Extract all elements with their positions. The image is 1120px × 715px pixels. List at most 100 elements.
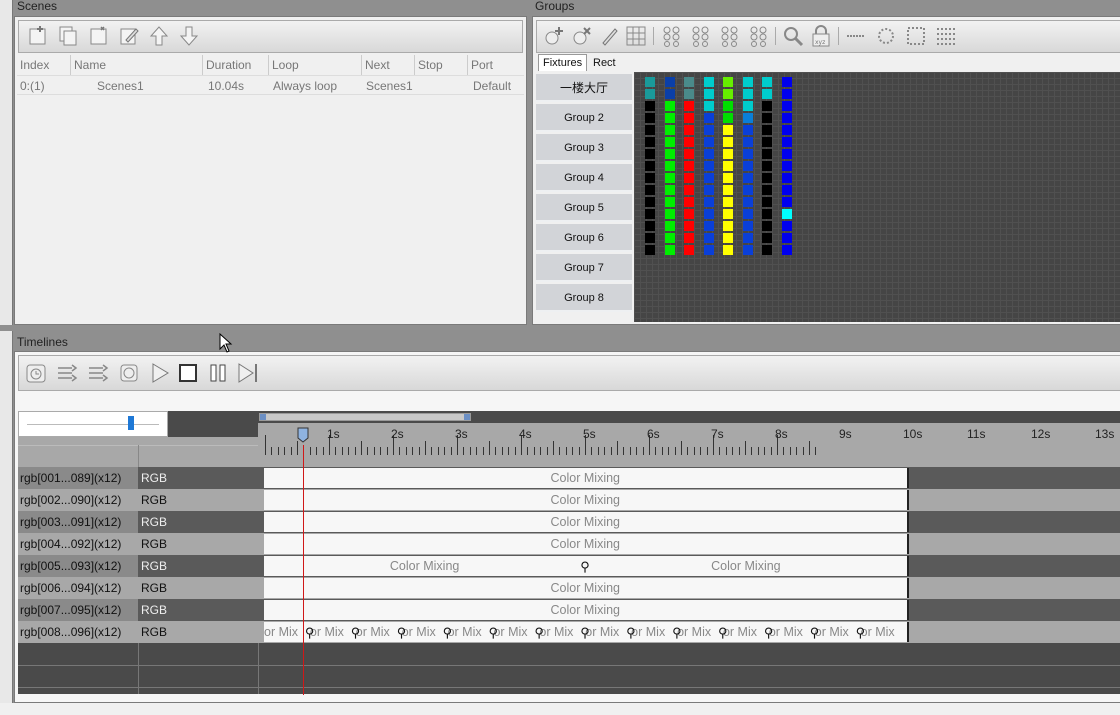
- effect-clip[interactable]: or Mix: [723, 622, 769, 642]
- layout-cols-button[interactable]: [748, 25, 770, 47]
- fixture-cell[interactable]: [723, 77, 733, 87]
- effect-clip[interactable]: or Mix: [493, 622, 539, 642]
- fixture-cell[interactable]: [742, 101, 753, 111]
- fixture-cell[interactable]: [723, 161, 733, 171]
- fixture-cell[interactable]: [664, 221, 675, 231]
- effect-clip[interactable]: Color Mixing: [264, 468, 907, 488]
- fixture-cell[interactable]: [684, 185, 694, 195]
- fixture-cell[interactable]: [684, 101, 694, 111]
- fixture-cell[interactable]: [645, 137, 655, 147]
- fixture-cell[interactable]: [703, 161, 714, 171]
- copy-scene-button[interactable]: [57, 25, 79, 47]
- fixture-cell[interactable]: [723, 149, 733, 159]
- column-header-name[interactable]: Name: [71, 55, 203, 75]
- fixture-cell[interactable]: [684, 209, 694, 219]
- fixture-cell[interactable]: [762, 221, 772, 231]
- fixture-cell[interactable]: [762, 197, 772, 207]
- effect-clip[interactable]: or Mix: [815, 622, 861, 642]
- keyframe-link-icon[interactable]: ⚲: [397, 626, 407, 640]
- fixture-cell[interactable]: [703, 149, 714, 159]
- keyframe-link-icon[interactable]: ⚲: [305, 626, 315, 640]
- track-label[interactable]: rgb[003...091](x12): [18, 511, 138, 533]
- track-lane[interactable]: Color Mixing: [264, 534, 909, 554]
- fixture-cell[interactable]: [723, 137, 733, 147]
- effect-clip[interactable]: or Mix: [769, 622, 815, 642]
- fixture-cell[interactable]: [703, 101, 714, 111]
- fixture-cell[interactable]: [645, 101, 655, 111]
- remove-track-button[interactable]: [87, 362, 109, 384]
- fixture-cell[interactable]: [684, 137, 694, 147]
- column-header-duration[interactable]: Duration: [203, 55, 269, 75]
- fixture-cell[interactable]: [664, 125, 675, 135]
- stop-button[interactable]: [177, 362, 199, 384]
- fixture-cell[interactable]: [781, 149, 792, 159]
- lock-xy-button[interactable]: xyz: [810, 25, 832, 47]
- fixture-cell[interactable]: [703, 113, 714, 123]
- fixture-cell[interactable]: [781, 89, 792, 99]
- keyframe-link-icon[interactable]: ⚲: [626, 626, 636, 640]
- fixture-cell[interactable]: [742, 245, 753, 255]
- add-track-button[interactable]: [56, 362, 78, 384]
- fixture-cell[interactable]: [723, 125, 733, 135]
- effect-clip[interactable]: or Mix: [861, 622, 907, 642]
- fixture-cell[interactable]: [742, 197, 753, 207]
- fixture-cell[interactable]: [664, 161, 675, 171]
- fixture-cell[interactable]: [645, 221, 655, 231]
- range-right-grip[interactable]: [464, 414, 470, 420]
- fixture-cell[interactable]: [703, 245, 714, 255]
- layout-snake-button[interactable]: [690, 25, 712, 47]
- fixture-cell[interactable]: [645, 149, 655, 159]
- pause-button[interactable]: [207, 362, 229, 384]
- layout-rows-button[interactable]: [719, 25, 741, 47]
- fixture-cell[interactable]: [762, 149, 772, 159]
- column-header-index[interactable]: Index: [17, 55, 71, 75]
- fixture-cell[interactable]: [742, 173, 753, 183]
- fixture-cell[interactable]: [664, 173, 675, 183]
- effect-clip[interactable]: Color Mixing: [585, 556, 906, 576]
- fixture-cell[interactable]: [762, 185, 772, 195]
- fixture-cell[interactable]: [762, 137, 772, 147]
- fixture-cell[interactable]: [781, 125, 792, 135]
- group-item[interactable]: Group 8: [536, 284, 632, 312]
- fixture-cell[interactable]: [664, 149, 675, 159]
- fixture-cell[interactable]: [645, 233, 655, 243]
- fixture-cell[interactable]: [723, 221, 733, 231]
- play-button[interactable]: [149, 362, 171, 384]
- keyframe-link-icon[interactable]: ⚲: [718, 626, 728, 640]
- fixture-cell[interactable]: [742, 209, 753, 219]
- track-label[interactable]: rgb[007...095](x12): [18, 599, 138, 621]
- fixture-cell[interactable]: [645, 245, 655, 255]
- fixture-cell[interactable]: [645, 197, 655, 207]
- track-lane[interactable]: Color Mixing Color Mixing ⚲: [264, 556, 909, 576]
- fixture-cell[interactable]: [762, 89, 772, 99]
- fixture-cell[interactable]: [762, 209, 772, 219]
- next-button[interactable]: [237, 362, 259, 384]
- fixture-cell[interactable]: [723, 233, 733, 243]
- fixture-cell[interactable]: [781, 221, 792, 231]
- track-label[interactable]: rgb[008...096](x12): [18, 621, 138, 643]
- fixture-cell[interactable]: [742, 233, 753, 243]
- fixture-cell[interactable]: [742, 161, 753, 171]
- fixture-cell[interactable]: [723, 173, 733, 183]
- track-lane[interactable]: Color Mixing: [264, 512, 909, 532]
- fixture-cell[interactable]: [742, 137, 753, 147]
- group-item[interactable]: Group 4: [536, 164, 632, 192]
- track-label[interactable]: rgb[002...090](x12): [18, 489, 138, 511]
- timeline-settings-button[interactable]: [25, 362, 47, 384]
- fixture-cell[interactable]: [703, 137, 714, 147]
- track-lane[interactable]: Color Mixing: [264, 600, 909, 620]
- fixture-cell[interactable]: [664, 245, 675, 255]
- fixture-cell[interactable]: [781, 113, 792, 123]
- group-item[interactable]: Group 5: [536, 194, 632, 222]
- fixture-cell[interactable]: [664, 185, 675, 195]
- fixture-cell[interactable]: [742, 221, 753, 231]
- column-header-next[interactable]: Next: [362, 55, 415, 75]
- keyframe-link-icon[interactable]: ⚲: [534, 626, 544, 640]
- group-item[interactable]: Group 6: [536, 224, 632, 252]
- effect-clip[interactable]: Color Mixing: [264, 534, 907, 554]
- fixture-cell[interactable]: [645, 125, 655, 135]
- add-scene-button[interactable]: [27, 25, 49, 47]
- circle-layout-button[interactable]: [875, 25, 897, 47]
- fixture-cell[interactable]: [703, 221, 714, 231]
- fixture-cell[interactable]: [781, 77, 792, 87]
